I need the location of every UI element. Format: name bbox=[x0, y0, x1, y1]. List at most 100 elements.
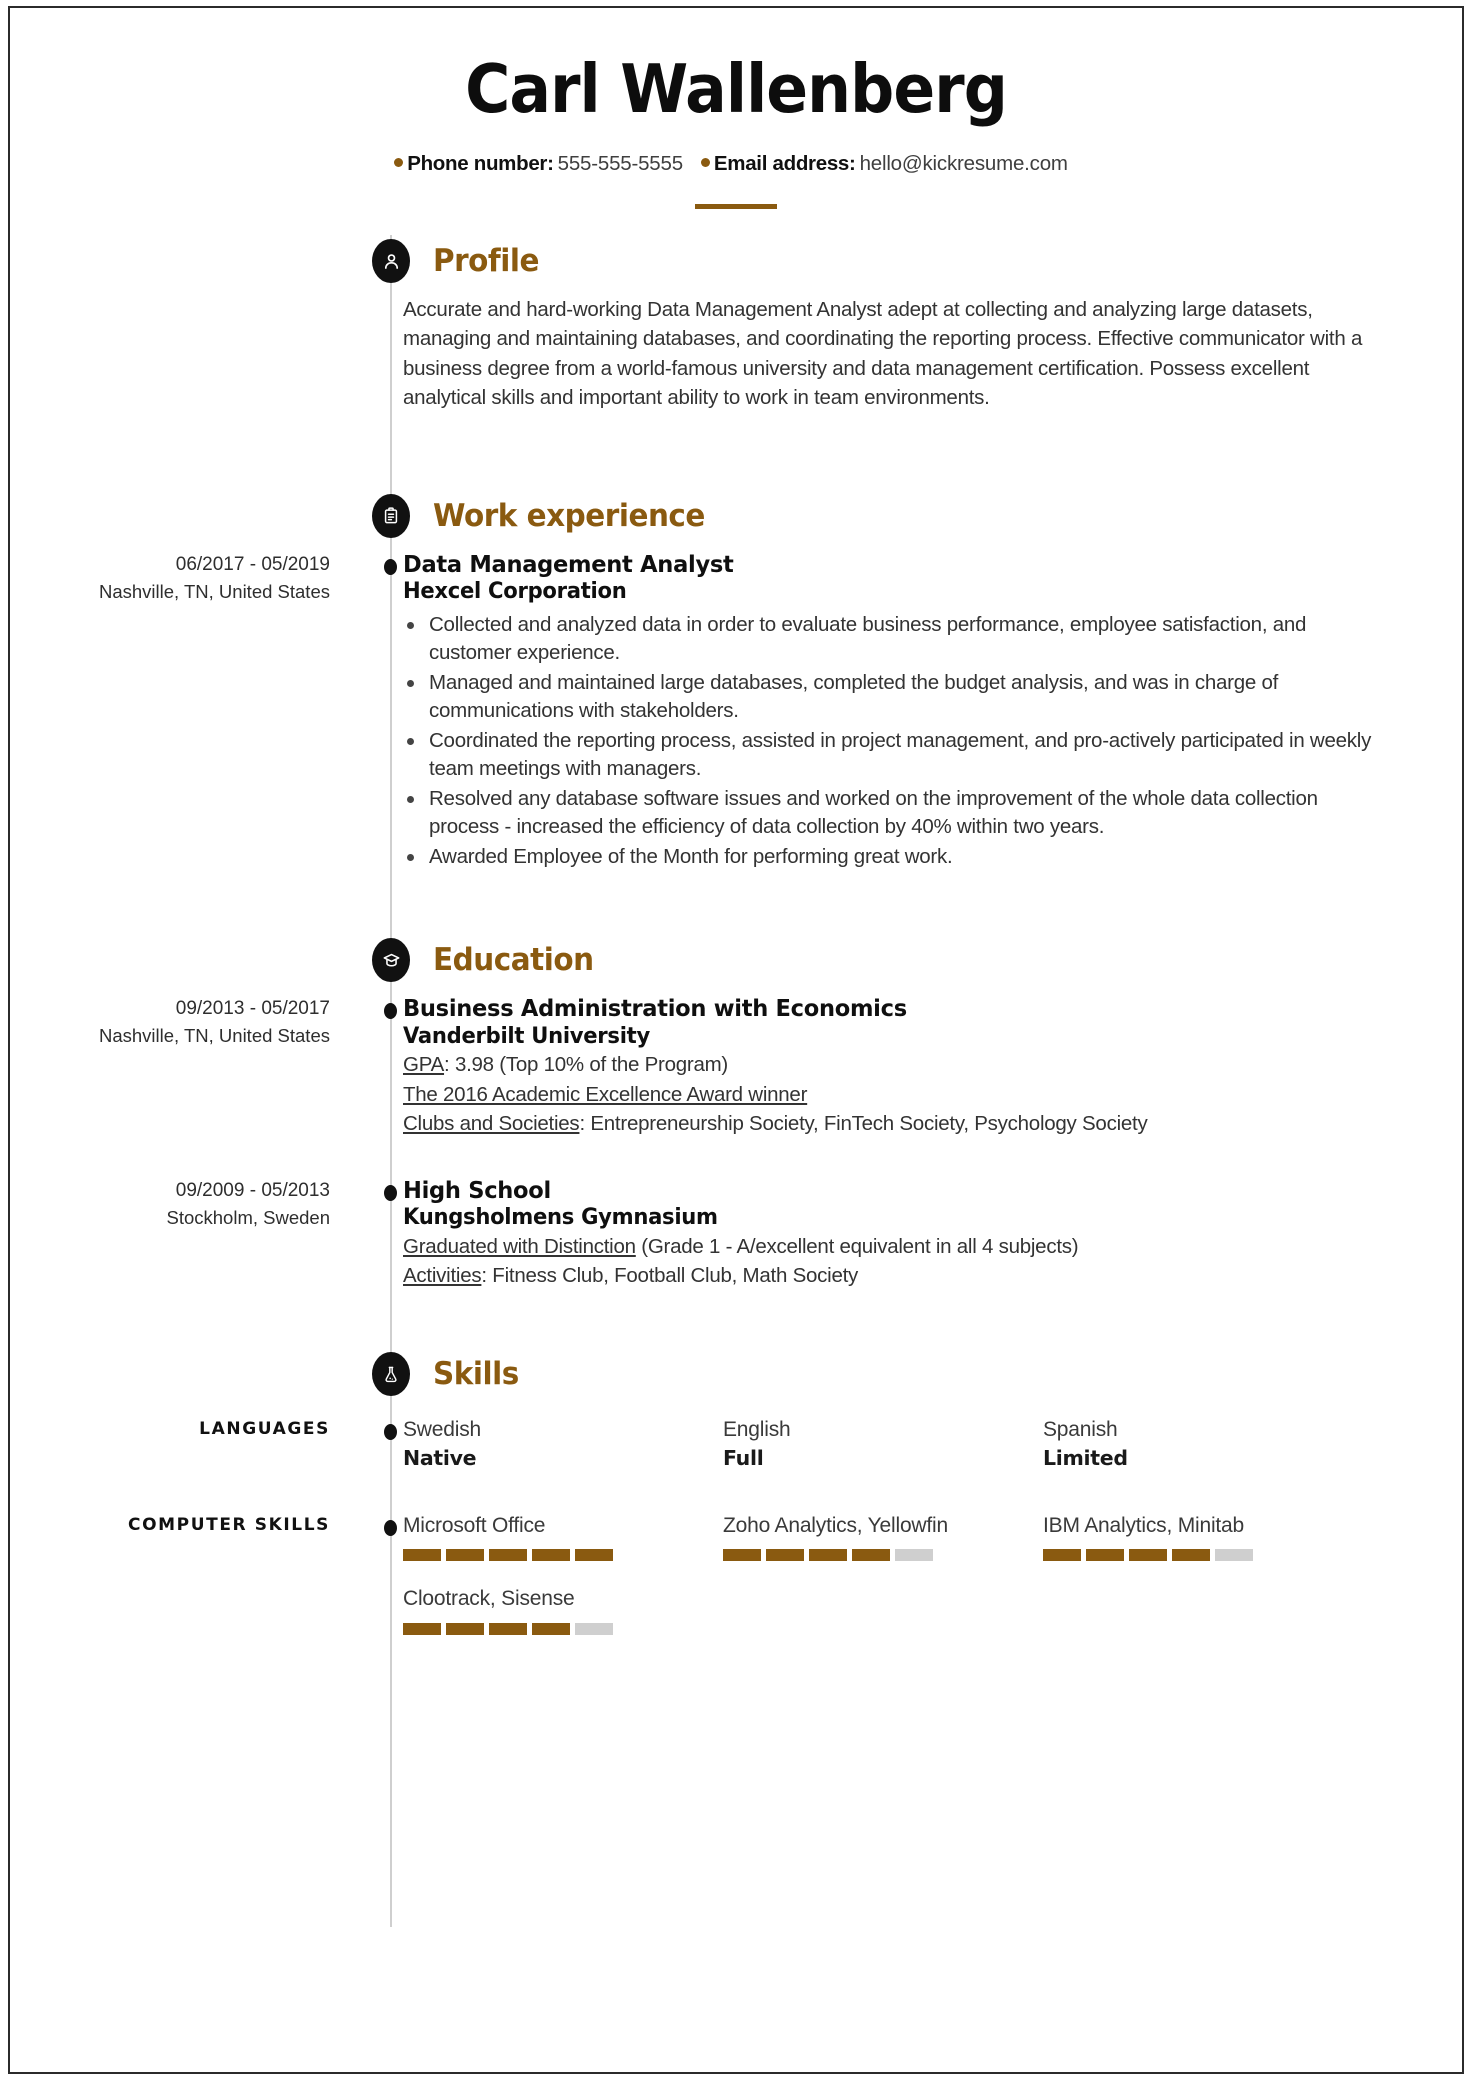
timeline-node bbox=[384, 558, 397, 575]
education-detail-value: Entrepreneurship Society, FinTech Societ… bbox=[590, 1111, 1148, 1135]
email-label: Email address: bbox=[713, 152, 856, 176]
profile-body: Accurate and hard-working Data Managemen… bbox=[403, 295, 1462, 411]
timeline-node bbox=[384, 1424, 397, 1441]
language-name: Swedish bbox=[403, 1418, 481, 1442]
computer-skills-label: COMPUTER SKILLS bbox=[128, 1515, 330, 1536]
languages-label: LANGUAGES bbox=[199, 1419, 330, 1440]
skills-heading: Skills bbox=[10, 1348, 1462, 1406]
list-item: Managed and maintained large databases, … bbox=[403, 669, 1382, 726]
education-detail: Activities: Fitness Club, Football Club,… bbox=[403, 1261, 1402, 1290]
computer-skill-name: Clootrack, Sisense bbox=[403, 1587, 575, 1611]
rating-segment bbox=[1129, 1549, 1167, 1562]
work-entry-meta: 06/2017 - 05/2019 Nashville, TN, United … bbox=[10, 550, 360, 873]
section-skills: Skills LANGUAGES Swedish Native English … bbox=[10, 1348, 1462, 1635]
resume-body: Profile Accurate and hard-working Data M… bbox=[10, 235, 1462, 1928]
education-location: Stockholm, Sweden bbox=[166, 1206, 330, 1228]
work-entry-content: Data Management Analyst Hexcel Corporati… bbox=[403, 550, 1462, 873]
education-detail-value: (Grade 1 - A/excellent equivalent in all… bbox=[641, 1234, 1079, 1258]
rating-segment bbox=[403, 1549, 441, 1562]
computer-skill-name: Microsoft Office bbox=[403, 1514, 546, 1538]
education-detail: Graduated with Distinction (Grade 1 - A/… bbox=[403, 1232, 1402, 1261]
work-role: Data Management Analyst bbox=[403, 549, 734, 578]
rating-segment bbox=[723, 1549, 761, 1562]
education-school: Kungsholmens Gymnasium bbox=[403, 1205, 718, 1231]
rating-segment bbox=[575, 1622, 613, 1635]
skill-group-computer-skills-continued: Clootrack, Sisense bbox=[10, 1585, 1462, 1635]
education-detail-label: Clubs and Societies bbox=[403, 1111, 580, 1135]
profile-entry: Accurate and hard-working Data Managemen… bbox=[10, 295, 1462, 411]
language-name: Spanish bbox=[1043, 1418, 1118, 1442]
profile-text: Accurate and hard-working Data Managemen… bbox=[403, 298, 1363, 409]
computer-skills-label-spacer bbox=[10, 1585, 360, 1634]
profile-heading: Profile bbox=[10, 235, 1462, 293]
education-entry: 09/2009 - 05/2013 Stockholm, Sweden High… bbox=[10, 1176, 1462, 1290]
briefcase-icon bbox=[372, 493, 410, 538]
rating-segment bbox=[489, 1549, 527, 1562]
skill-group-languages: LANGUAGES Swedish Native English Full Sp… bbox=[10, 1416, 1462, 1472]
education-entry-meta: 09/2009 - 05/2013 Stockholm, Sweden bbox=[10, 1176, 360, 1290]
education-detail: GPA: 3.98 (Top 10% of the Program) bbox=[403, 1050, 1367, 1079]
education-detail-value: Fitness Club, Football Club, Math Societ… bbox=[492, 1264, 859, 1288]
rating-segment bbox=[852, 1549, 890, 1562]
header-divider bbox=[695, 204, 777, 210]
education-entry-content: Business Administration with Economics V… bbox=[403, 994, 1462, 1137]
computer-skill-item: Microsoft Office bbox=[403, 1512, 723, 1562]
language-level: Limited bbox=[1043, 1445, 1128, 1470]
language-level: Native bbox=[403, 1445, 477, 1470]
skill-rating bbox=[1043, 1549, 1363, 1562]
education-detail-value: 3.98 (Top 10% of the Program) bbox=[454, 1053, 729, 1077]
education-degree: Business Administration with Economics bbox=[403, 994, 907, 1023]
education-degree: High School bbox=[403, 1175, 551, 1204]
resume-header: Carl Wallenberg Phone number: 555-555-55… bbox=[10, 8, 1462, 210]
work-entry: 06/2017 - 05/2019 Nashville, TN, United … bbox=[10, 550, 1462, 873]
education-detail-label: GPA bbox=[403, 1053, 445, 1077]
bullet-dot-icon bbox=[700, 158, 710, 168]
phone-value: 555-555-5555 bbox=[557, 152, 683, 176]
rating-segment bbox=[532, 1622, 570, 1635]
section-education: Education 09/2013 - 05/2017 Nashville, T… bbox=[10, 934, 1462, 1290]
flask-icon bbox=[372, 1352, 410, 1397]
computer-skills-columns: Microsoft Office Zoho Analytics, Yellowf… bbox=[403, 1512, 1462, 1562]
languages-columns: Swedish Native English Full Spanish Limi… bbox=[403, 1416, 1462, 1472]
list-item: Collected and analyzed data in order to … bbox=[403, 611, 1382, 668]
profile-title: Profile bbox=[433, 243, 539, 280]
profile-left-spacer bbox=[10, 295, 360, 411]
resume-page: Carl Wallenberg Phone number: 555-555-55… bbox=[8, 6, 1464, 2074]
page-title: Carl Wallenberg bbox=[465, 50, 1008, 128]
language-name: English bbox=[723, 1418, 791, 1442]
computer-skill-name: Zoho Analytics, Yellowfin bbox=[723, 1514, 948, 1538]
rating-segment bbox=[446, 1549, 484, 1562]
language-level: Full bbox=[723, 1445, 764, 1470]
rating-segment bbox=[532, 1549, 570, 1562]
rating-segment bbox=[446, 1622, 484, 1635]
education-detail-sep: : bbox=[481, 1264, 493, 1288]
rating-segment bbox=[809, 1549, 847, 1562]
work-bullet-list: Collected and analyzed data in order to … bbox=[403, 611, 1382, 871]
education-entry-meta: 09/2013 - 05/2017 Nashville, TN, United … bbox=[10, 994, 360, 1137]
timeline-node bbox=[384, 1003, 397, 1020]
phone-label: Phone number: bbox=[407, 152, 554, 176]
skill-rating bbox=[723, 1549, 1043, 1562]
work-company: Hexcel Corporation bbox=[403, 579, 627, 605]
education-detail-sep: : bbox=[579, 1111, 591, 1135]
contact-line: Phone number: 555-555-5555 Email address… bbox=[10, 152, 1462, 176]
education-detail: Clubs and Societies: Entrepreneurship So… bbox=[403, 1109, 1367, 1138]
contact-phone: Phone number: 555-555-5555 bbox=[394, 152, 693, 176]
rating-segment bbox=[489, 1622, 527, 1635]
list-item: Coordinated the reporting process, assis… bbox=[403, 727, 1382, 784]
language-item: English Full bbox=[723, 1416, 1043, 1472]
rating-segment bbox=[1172, 1549, 1210, 1562]
contact-email: Email address: hello@kickresume.com bbox=[700, 152, 1078, 176]
language-item: Swedish Native bbox=[403, 1416, 723, 1472]
education-title: Education bbox=[433, 942, 594, 979]
rating-segment bbox=[1086, 1549, 1124, 1562]
education-detail-label: The 2016 Academic Excellence Award winne… bbox=[403, 1082, 808, 1106]
rating-segment bbox=[575, 1549, 613, 1562]
work-dates: 06/2017 - 05/2019 bbox=[175, 553, 330, 575]
education-school: Vanderbilt University bbox=[403, 1023, 650, 1049]
education-entry-content: High School Kungsholmens Gymnasium Gradu… bbox=[403, 1176, 1462, 1290]
graduation-cap-icon bbox=[372, 938, 410, 983]
computer-skill-item: IBM Analytics, Minitab bbox=[1043, 1512, 1363, 1562]
skill-group-computer-skills: COMPUTER SKILLS Microsoft Office Zoho An… bbox=[10, 1512, 1462, 1562]
education-dates: 09/2009 - 05/2013 bbox=[175, 1179, 330, 1201]
